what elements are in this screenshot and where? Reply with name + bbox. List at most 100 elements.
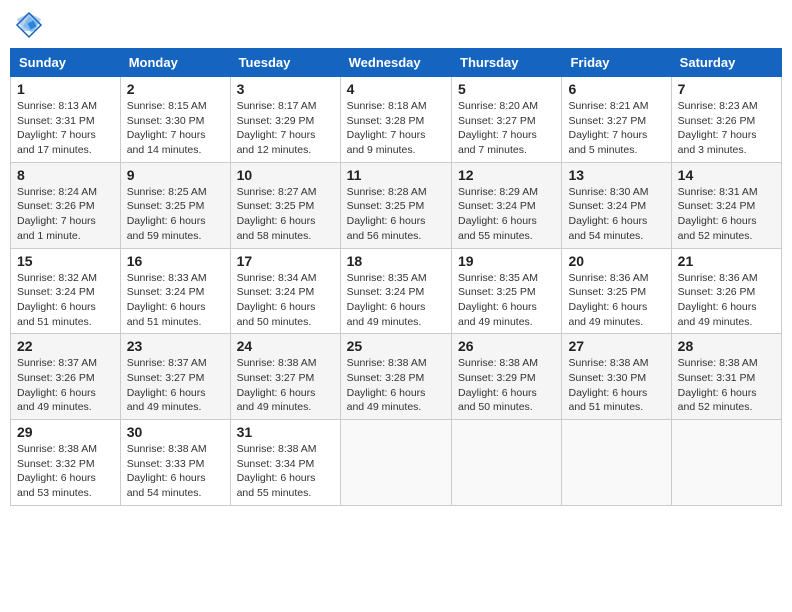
day-number: 31 — [237, 424, 334, 440]
day-info: Sunrise: 8:20 AM Sunset: 3:27 PM Dayligh… — [458, 99, 555, 158]
day-number: 4 — [347, 81, 445, 97]
week-row-5: 29 Sunrise: 8:38 AM Sunset: 3:32 PM Dayl… — [11, 420, 782, 506]
day-number: 8 — [17, 167, 114, 183]
day-info: Sunrise: 8:37 AM Sunset: 3:27 PM Dayligh… — [127, 356, 224, 415]
weekday-header-monday: Monday — [120, 49, 230, 77]
day-info: Sunrise: 8:28 AM Sunset: 3:25 PM Dayligh… — [347, 185, 445, 244]
day-cell: 25 Sunrise: 8:38 AM Sunset: 3:28 PM Dayl… — [340, 334, 451, 420]
day-number: 22 — [17, 338, 114, 354]
day-info: Sunrise: 8:33 AM Sunset: 3:24 PM Dayligh… — [127, 271, 224, 330]
day-cell: 29 Sunrise: 8:38 AM Sunset: 3:32 PM Dayl… — [11, 420, 121, 506]
day-number: 27 — [568, 338, 664, 354]
day-info: Sunrise: 8:29 AM Sunset: 3:24 PM Dayligh… — [458, 185, 555, 244]
day-cell: 2 Sunrise: 8:15 AM Sunset: 3:30 PM Dayli… — [120, 77, 230, 163]
day-cell: 24 Sunrise: 8:38 AM Sunset: 3:27 PM Dayl… — [230, 334, 340, 420]
day-cell: 13 Sunrise: 8:30 AM Sunset: 3:24 PM Dayl… — [562, 162, 671, 248]
day-cell: 23 Sunrise: 8:37 AM Sunset: 3:27 PM Dayl… — [120, 334, 230, 420]
day-cell — [340, 420, 451, 506]
day-info: Sunrise: 8:21 AM Sunset: 3:27 PM Dayligh… — [568, 99, 664, 158]
day-info: Sunrise: 8:38 AM Sunset: 3:32 PM Dayligh… — [17, 442, 114, 501]
day-cell: 5 Sunrise: 8:20 AM Sunset: 3:27 PM Dayli… — [452, 77, 562, 163]
day-info: Sunrise: 8:36 AM Sunset: 3:26 PM Dayligh… — [678, 271, 775, 330]
day-number: 19 — [458, 253, 555, 269]
day-info: Sunrise: 8:23 AM Sunset: 3:26 PM Dayligh… — [678, 99, 775, 158]
day-cell: 19 Sunrise: 8:35 AM Sunset: 3:25 PM Dayl… — [452, 248, 562, 334]
day-info: Sunrise: 8:15 AM Sunset: 3:30 PM Dayligh… — [127, 99, 224, 158]
weekday-header-tuesday: Tuesday — [230, 49, 340, 77]
day-cell: 9 Sunrise: 8:25 AM Sunset: 3:25 PM Dayli… — [120, 162, 230, 248]
day-cell: 27 Sunrise: 8:38 AM Sunset: 3:30 PM Dayl… — [562, 334, 671, 420]
day-number: 17 — [237, 253, 334, 269]
day-info: Sunrise: 8:36 AM Sunset: 3:25 PM Dayligh… — [568, 271, 664, 330]
day-info: Sunrise: 8:13 AM Sunset: 3:31 PM Dayligh… — [17, 99, 114, 158]
day-cell: 28 Sunrise: 8:38 AM Sunset: 3:31 PM Dayl… — [671, 334, 781, 420]
day-info: Sunrise: 8:38 AM Sunset: 3:29 PM Dayligh… — [458, 356, 555, 415]
day-info: Sunrise: 8:38 AM Sunset: 3:31 PM Dayligh… — [678, 356, 775, 415]
day-number: 3 — [237, 81, 334, 97]
weekday-header-friday: Friday — [562, 49, 671, 77]
logo-icon — [14, 10, 44, 40]
day-info: Sunrise: 8:32 AM Sunset: 3:24 PM Dayligh… — [17, 271, 114, 330]
weekday-header-row: SundayMondayTuesdayWednesdayThursdayFrid… — [11, 49, 782, 77]
day-cell: 31 Sunrise: 8:38 AM Sunset: 3:34 PM Dayl… — [230, 420, 340, 506]
weekday-header-sunday: Sunday — [11, 49, 121, 77]
day-number: 14 — [678, 167, 775, 183]
day-cell — [452, 420, 562, 506]
day-cell: 1 Sunrise: 8:13 AM Sunset: 3:31 PM Dayli… — [11, 77, 121, 163]
day-info: Sunrise: 8:38 AM Sunset: 3:34 PM Dayligh… — [237, 442, 334, 501]
day-cell: 8 Sunrise: 8:24 AM Sunset: 3:26 PM Dayli… — [11, 162, 121, 248]
day-cell: 3 Sunrise: 8:17 AM Sunset: 3:29 PM Dayli… — [230, 77, 340, 163]
day-info: Sunrise: 8:24 AM Sunset: 3:26 PM Dayligh… — [17, 185, 114, 244]
day-number: 30 — [127, 424, 224, 440]
day-number: 23 — [127, 338, 224, 354]
day-cell: 11 Sunrise: 8:28 AM Sunset: 3:25 PM Dayl… — [340, 162, 451, 248]
day-number: 5 — [458, 81, 555, 97]
week-row-2: 8 Sunrise: 8:24 AM Sunset: 3:26 PM Dayli… — [11, 162, 782, 248]
day-info: Sunrise: 8:38 AM Sunset: 3:30 PM Dayligh… — [568, 356, 664, 415]
logo — [14, 10, 48, 40]
day-info: Sunrise: 8:35 AM Sunset: 3:24 PM Dayligh… — [347, 271, 445, 330]
day-number: 7 — [678, 81, 775, 97]
day-cell: 26 Sunrise: 8:38 AM Sunset: 3:29 PM Dayl… — [452, 334, 562, 420]
day-cell: 7 Sunrise: 8:23 AM Sunset: 3:26 PM Dayli… — [671, 77, 781, 163]
day-number: 10 — [237, 167, 334, 183]
week-row-1: 1 Sunrise: 8:13 AM Sunset: 3:31 PM Dayli… — [11, 77, 782, 163]
day-info: Sunrise: 8:25 AM Sunset: 3:25 PM Dayligh… — [127, 185, 224, 244]
week-row-4: 22 Sunrise: 8:37 AM Sunset: 3:26 PM Dayl… — [11, 334, 782, 420]
weekday-header-saturday: Saturday — [671, 49, 781, 77]
day-info: Sunrise: 8:18 AM Sunset: 3:28 PM Dayligh… — [347, 99, 445, 158]
day-number: 15 — [17, 253, 114, 269]
day-cell: 30 Sunrise: 8:38 AM Sunset: 3:33 PM Dayl… — [120, 420, 230, 506]
day-info: Sunrise: 8:38 AM Sunset: 3:27 PM Dayligh… — [237, 356, 334, 415]
day-cell: 17 Sunrise: 8:34 AM Sunset: 3:24 PM Dayl… — [230, 248, 340, 334]
day-info: Sunrise: 8:17 AM Sunset: 3:29 PM Dayligh… — [237, 99, 334, 158]
day-number: 25 — [347, 338, 445, 354]
day-cell: 16 Sunrise: 8:33 AM Sunset: 3:24 PM Dayl… — [120, 248, 230, 334]
day-cell: 10 Sunrise: 8:27 AM Sunset: 3:25 PM Dayl… — [230, 162, 340, 248]
day-cell: 18 Sunrise: 8:35 AM Sunset: 3:24 PM Dayl… — [340, 248, 451, 334]
weekday-header-wednesday: Wednesday — [340, 49, 451, 77]
day-number: 18 — [347, 253, 445, 269]
day-cell: 12 Sunrise: 8:29 AM Sunset: 3:24 PM Dayl… — [452, 162, 562, 248]
day-number: 6 — [568, 81, 664, 97]
calendar: SundayMondayTuesdayWednesdayThursdayFrid… — [10, 48, 782, 506]
day-info: Sunrise: 8:35 AM Sunset: 3:25 PM Dayligh… — [458, 271, 555, 330]
day-number: 1 — [17, 81, 114, 97]
day-info: Sunrise: 8:31 AM Sunset: 3:24 PM Dayligh… — [678, 185, 775, 244]
day-info: Sunrise: 8:37 AM Sunset: 3:26 PM Dayligh… — [17, 356, 114, 415]
day-number: 20 — [568, 253, 664, 269]
day-cell — [671, 420, 781, 506]
day-number: 2 — [127, 81, 224, 97]
day-number: 16 — [127, 253, 224, 269]
day-cell: 20 Sunrise: 8:36 AM Sunset: 3:25 PM Dayl… — [562, 248, 671, 334]
day-cell — [562, 420, 671, 506]
day-info: Sunrise: 8:34 AM Sunset: 3:24 PM Dayligh… — [237, 271, 334, 330]
day-info: Sunrise: 8:27 AM Sunset: 3:25 PM Dayligh… — [237, 185, 334, 244]
day-number: 9 — [127, 167, 224, 183]
day-number: 29 — [17, 424, 114, 440]
day-cell: 22 Sunrise: 8:37 AM Sunset: 3:26 PM Dayl… — [11, 334, 121, 420]
day-cell: 21 Sunrise: 8:36 AM Sunset: 3:26 PM Dayl… — [671, 248, 781, 334]
day-cell: 15 Sunrise: 8:32 AM Sunset: 3:24 PM Dayl… — [11, 248, 121, 334]
day-cell: 14 Sunrise: 8:31 AM Sunset: 3:24 PM Dayl… — [671, 162, 781, 248]
day-cell: 6 Sunrise: 8:21 AM Sunset: 3:27 PM Dayli… — [562, 77, 671, 163]
